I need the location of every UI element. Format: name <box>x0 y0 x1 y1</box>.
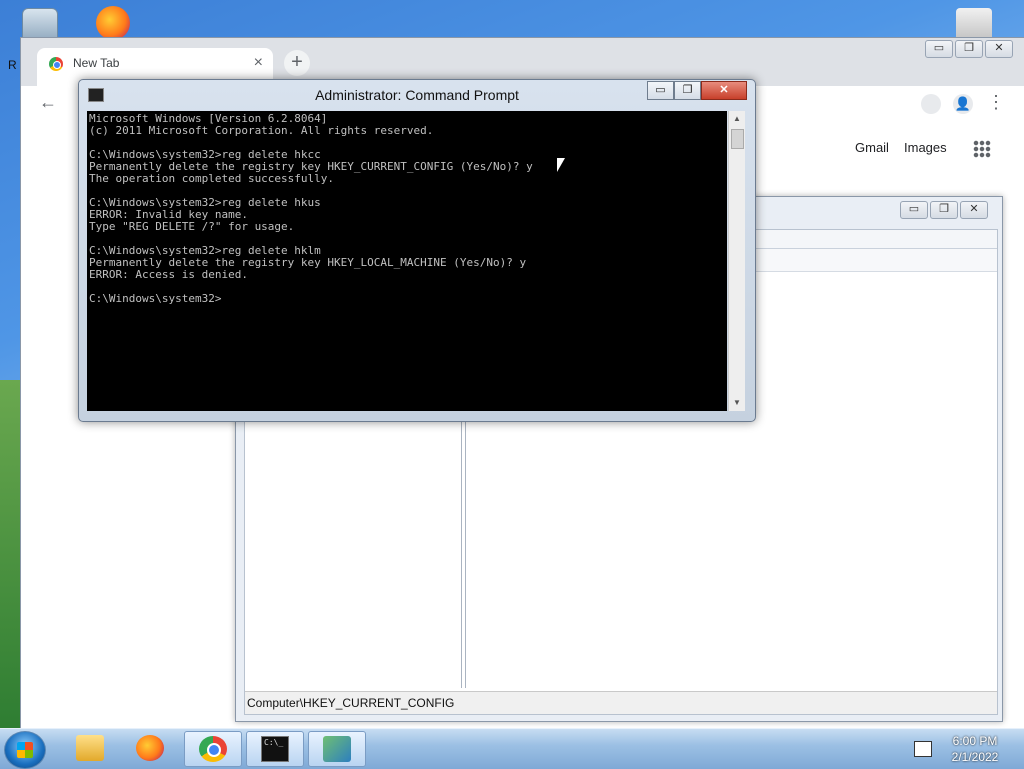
scroll-up-arrow-icon[interactable]: ▲ <box>729 111 745 127</box>
firefox-icon <box>136 735 164 761</box>
taskbar-file-explorer[interactable] <box>62 731 118 765</box>
clock-time: 6:00 PM <box>952 734 998 748</box>
close-button[interactable]: ✕ <box>960 201 988 219</box>
taskbar: C:\_ 6:00 PM 2/1/2022 <box>0 728 1024 769</box>
chrome-icon <box>199 736 227 762</box>
close-button[interactable]: ✕ <box>985 40 1013 58</box>
scroll-thumb[interactable] <box>731 129 744 149</box>
mouse-pointer-icon <box>557 158 565 172</box>
firefox-desktop-icon[interactable] <box>96 6 130 40</box>
regedit-status-bar: Computer\HKEY_CURRENT_CONFIG <box>245 691 997 714</box>
close-button[interactable]: ✕ <box>701 81 747 100</box>
maximize-button[interactable]: ❐ <box>674 81 701 100</box>
registry-editor-icon <box>323 736 351 762</box>
console-text: Microsoft Windows [Version 6.2.8064] (c)… <box>89 112 533 305</box>
back-button[interactable]: ← <box>39 92 57 113</box>
chrome-favicon-icon <box>49 57 63 71</box>
taskbar-firefox[interactable] <box>122 731 178 765</box>
minimize-button[interactable]: ▭ <box>925 40 953 58</box>
tab-title: New Tab <box>73 56 120 70</box>
taskbar-chrome[interactable] <box>184 731 242 767</box>
tab-close-button[interactable]: × <box>254 54 263 72</box>
minimize-button[interactable]: ▭ <box>900 201 928 219</box>
gmail-link[interactable]: Gmail <box>855 140 889 155</box>
chrome-window-controls: ▭ ❐ ✕ <box>923 40 1013 58</box>
taskbar-registry-editor[interactable] <box>308 731 366 767</box>
maximize-button[interactable]: ❐ <box>955 40 983 58</box>
clock-date: 2/1/2022 <box>951 750 999 764</box>
apps-grid-icon[interactable] <box>973 140 991 158</box>
action-center-flag-icon[interactable] <box>914 741 932 757</box>
taskbar-command-prompt[interactable]: C:\_ <box>246 731 304 767</box>
system-clock[interactable]: 6:00 PM 2/1/2022 <box>940 733 1010 765</box>
menu-kebab-icon[interactable]: ⋮ <box>987 92 1005 113</box>
start-button[interactable] <box>4 731 46 769</box>
console-output-area[interactable]: Microsoft Windows [Version 6.2.8064] (c)… <box>87 111 727 411</box>
regedit-window-controls: ▭ ❐ ✕ <box>898 201 988 219</box>
new-tab-button[interactable]: + <box>284 50 310 76</box>
extension-icon[interactable] <box>921 94 941 114</box>
cmd-window-controls: ▭ ❐ ✕ <box>647 81 747 100</box>
maximize-button[interactable]: ❐ <box>930 201 958 219</box>
profile-button[interactable]: 👤 <box>953 94 973 114</box>
images-link[interactable]: Images <box>904 140 947 155</box>
minimize-button[interactable]: ▭ <box>647 81 674 100</box>
folder-icon <box>76 735 104 761</box>
console-scrollbar[interactable]: ▲ ▼ <box>728 111 745 411</box>
desktop-label: R <box>8 58 17 72</box>
command-prompt-icon: C:\_ <box>261 736 289 762</box>
scroll-down-arrow-icon[interactable]: ▼ <box>729 395 745 411</box>
command-prompt-window: Administrator: Command Prompt ▭ ❐ ✕ Micros… <box>78 79 756 422</box>
